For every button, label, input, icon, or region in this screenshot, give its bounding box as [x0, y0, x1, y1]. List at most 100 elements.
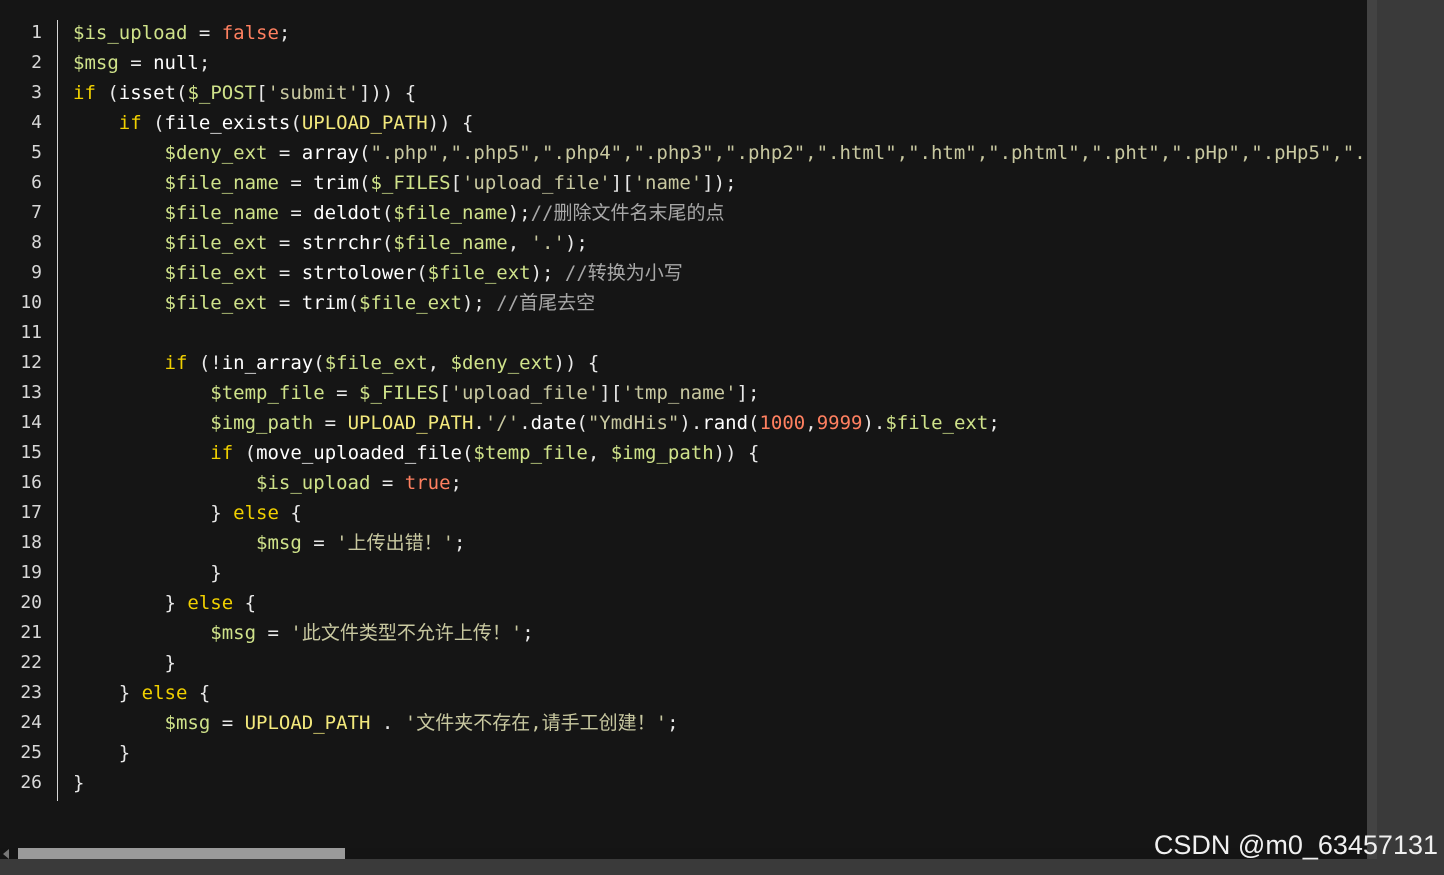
scroll-left-arrow-icon[interactable]: [3, 849, 9, 859]
code-line[interactable]: if (isset($_POST['submit'])) {: [73, 78, 1367, 108]
code-token: $is_upload: [256, 472, 371, 494]
code-token: (: [347, 292, 360, 314]
code-editor[interactable]: 1 2 3 4 5 6 7 8 9 10 11 12 13 14 15 16 17 18 19 20 21 22 23 24 2…: [0, 0, 1367, 859]
code-token: =: [267, 262, 302, 284]
code-token: ;: [988, 412, 1000, 434]
code-token: else: [141, 682, 188, 704]
code-token: $file_name: [164, 202, 279, 224]
code-token: (: [748, 412, 760, 434]
code-token: (: [290, 112, 302, 134]
code-token: ;: [450, 472, 462, 494]
code-line[interactable]: $file_name = trim($_FILES['upload_file']…: [73, 168, 1367, 198]
code-line[interactable]: $msg = null;: [73, 48, 1367, 78]
line-number: 4: [31, 112, 42, 133]
code-token: trim: [301, 292, 348, 314]
code-token: }: [73, 592, 188, 614]
code-token: ;: [454, 532, 466, 554]
code-line[interactable]: [73, 318, 1367, 348]
code-line[interactable]: $msg = '上传出错！';: [73, 528, 1367, 558]
line-number: 12: [20, 352, 42, 373]
code-line[interactable]: if (!in_array($file_ext, $deny_ext)) {: [73, 348, 1367, 378]
code-token: =: [324, 382, 359, 404]
code-token: UPLOAD_PATH: [347, 412, 474, 434]
code-token: (: [359, 172, 371, 194]
code-token: $temp_file: [473, 442, 588, 464]
code-token: 9999: [816, 412, 863, 434]
code-line[interactable]: $file_ext = strtolower($file_ext); //转换为…: [73, 258, 1367, 288]
code-token: UPLOAD_PATH: [301, 112, 428, 134]
code-token: $file_ext: [164, 292, 268, 314]
code-token: .: [519, 412, 531, 434]
code-token: ])) {: [359, 82, 417, 104]
code-line[interactable]: } else {: [73, 498, 1367, 528]
code-token: $file_ext: [885, 412, 989, 434]
code-token: {: [278, 502, 302, 524]
code-line[interactable]: $img_path = UPLOAD_PATH.'/'.date("YmdHis…: [73, 408, 1367, 438]
vertical-scrollbar-track[interactable]: [1367, 0, 1377, 859]
code-token: rand: [702, 412, 749, 434]
code-token: (: [175, 82, 188, 104]
horizontal-scrollbar-thumb[interactable]: [18, 848, 345, 859]
code-line[interactable]: }: [73, 768, 1367, 798]
code-token: =: [301, 532, 337, 554]
code-line[interactable]: $deny_ext = array(".php",".php5",".php4"…: [73, 138, 1367, 168]
line-number: 7: [31, 202, 42, 223]
code-token: );: [507, 202, 531, 224]
bottom-bar: [0, 859, 1444, 875]
code-token: "YmdHis": [587, 412, 680, 434]
code-line[interactable]: if (file_exists(UPLOAD_PATH)) {: [73, 108, 1367, 138]
code-token: date: [530, 412, 577, 434]
code-line[interactable]: } else {: [73, 678, 1367, 708]
code-token: ).: [679, 412, 703, 434]
code-line[interactable]: }: [73, 558, 1367, 588]
code-token: strtolower: [301, 262, 417, 284]
code-line[interactable]: $is_upload = false;: [73, 18, 1367, 48]
code-token: $img_path: [610, 442, 714, 464]
code-token: '文件夹不存在,请手工创建！': [404, 712, 668, 734]
code-token: $_FILES: [359, 382, 440, 404]
line-number: 25: [20, 742, 42, 763]
code-line[interactable]: if (move_uploaded_file($temp_file, $img_…: [73, 438, 1367, 468]
code-line[interactable]: $file_name = deldot($file_name);//删除文件名末…: [73, 198, 1367, 228]
code-token: file_exists: [164, 112, 291, 134]
line-number: 11: [20, 322, 42, 343]
code-line[interactable]: $msg = '此文件类型不允许上传！';: [73, 618, 1367, 648]
code-line[interactable]: $file_ext = trim($file_ext); //首尾去空: [73, 288, 1367, 318]
code-token: =: [267, 292, 302, 314]
code-line[interactable]: $is_upload = true;: [73, 468, 1367, 498]
code-token: //转换为小写: [564, 262, 683, 284]
line-number: 13: [20, 382, 42, 403]
code-token: $deny_ext: [450, 352, 554, 374]
code-line[interactable]: $file_ext = strrchr($file_name, '.');: [73, 228, 1367, 258]
code-token: )) {: [427, 112, 474, 134]
code-token: $file_ext: [359, 292, 462, 314]
code-token: ,: [805, 412, 817, 434]
line-number: 8: [31, 232, 42, 253]
code-line[interactable]: $msg = UPLOAD_PATH . '文件夹不存在,请手工创建！';: [73, 708, 1367, 738]
line-number: 17: [20, 502, 42, 523]
code-token: strrchr: [301, 232, 382, 254]
vertical-scrollbar[interactable]: [1367, 0, 1444, 859]
code-token: $img_path: [210, 412, 314, 434]
code-line[interactable]: }: [73, 738, 1367, 768]
code-token: ).: [862, 412, 886, 434]
code-token: $_POST: [187, 82, 257, 104]
code-line[interactable]: } else {: [73, 588, 1367, 618]
code-token: (: [416, 262, 428, 284]
code-line[interactable]: }: [73, 648, 1367, 678]
code-area[interactable]: $is_upload = false; $msg = null; if (isset…: [73, 18, 1367, 798]
code-token: '此文件类型不允许上传！': [290, 622, 523, 644]
code-token: $file_name: [164, 172, 279, 194]
code-token: }: [73, 652, 176, 674]
code-token: $file_ext: [164, 232, 268, 254]
code-token: else: [187, 592, 234, 614]
code-token: null: [153, 52, 199, 74]
code-line[interactable]: $temp_file = $_FILES['upload_file']['tmp…: [73, 378, 1367, 408]
code-token: =: [370, 472, 405, 494]
line-number: 15: [20, 442, 42, 463]
line-number: 24: [20, 712, 42, 733]
